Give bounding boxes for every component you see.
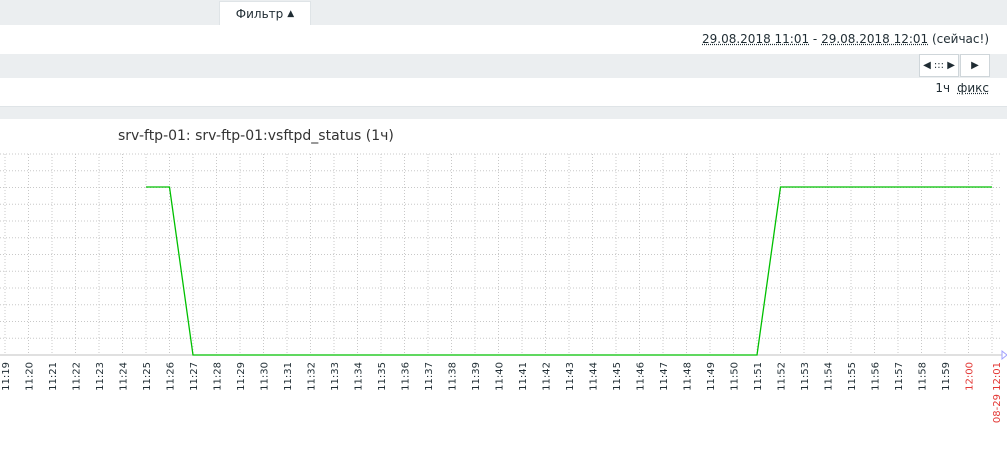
x-tick-label: 11:26 — [166, 362, 177, 391]
graph-grid — [0, 153, 1002, 356]
x-end-label: 08-29 12:01 — [992, 362, 1003, 423]
x-tick-label: 11:40 — [495, 362, 506, 391]
fixed-toggle-link[interactable]: фикс — [957, 81, 989, 95]
x-tick-label: 11:58 — [918, 362, 929, 391]
x-tick-label: 11:36 — [401, 362, 412, 391]
x-tick-label: 11:25 — [142, 362, 153, 391]
x-tick-label: 11:37 — [424, 362, 435, 391]
x-tick-label: 11:49 — [706, 362, 717, 391]
x-tick-label: 11:29 — [236, 362, 247, 391]
x-tick-label: 11:19 — [1, 362, 12, 391]
x-tick-label: 11:33 — [330, 362, 341, 391]
filter-label: Фильтр — [235, 6, 284, 21]
x-tick-label: 11:28 — [213, 362, 224, 391]
scrollbar-button[interactable]: ◀ ::: ▶ — [919, 54, 959, 77]
x-tick-label: 11:42 — [542, 362, 553, 391]
period-controls: 1ч фикс — [935, 81, 989, 95]
graph-title: srv-ftp-01: srv-ftp-01:vsftpd_status (1ч… — [118, 128, 394, 144]
x-tick-label: 12:00 — [965, 362, 976, 391]
filter-tab[interactable]: Фильтр ▲ — [219, 1, 311, 25]
x-tick-label: 11:59 — [941, 362, 952, 391]
x-tick-label: 11:51 — [753, 362, 764, 391]
x-tick-label: 11:27 — [189, 362, 200, 391]
x-axis-labels: 11:19 11:20 11:21 11:22 11:23 11:24 11:25 11:26… — [1, 362, 1003, 423]
period-value: 1ч — [935, 81, 951, 95]
time-to-link[interactable]: 29.08.2018 12:01 — [821, 32, 928, 46]
x-tick-label: 11:22 — [72, 362, 83, 391]
graph-header-band — [0, 107, 1007, 119]
x-tick-label: 11:57 — [894, 362, 905, 391]
x-tick-label: 11:30 — [260, 362, 271, 391]
x-tick-label: 11:46 — [636, 362, 647, 391]
collapse-arrow-icon: ▲ — [287, 8, 295, 19]
time-range-dash: - — [809, 32, 822, 46]
x-tick-label: 11:35 — [377, 362, 388, 391]
x-tick-label: 11:55 — [847, 362, 858, 391]
x-tick-label: 11:39 — [471, 362, 482, 391]
x-tick-label: 11:52 — [777, 362, 788, 391]
time-range: 29.08.2018 11:01 - 29.08.2018 12:01 (сей… — [702, 32, 989, 46]
navigation-buttons: ◀ ::: ▶ ▶ — [919, 54, 990, 78]
x-tick-label: 11:31 — [283, 362, 294, 391]
x-tick-label: 11:34 — [354, 362, 365, 391]
x-tick-label: 11:50 — [730, 362, 741, 391]
x-tick-label: 11:45 — [612, 362, 623, 391]
x-tick-label: 11:24 — [119, 362, 130, 391]
time-now-label: (сейчас!) — [928, 32, 989, 46]
x-tick-label: 11:32 — [307, 362, 318, 391]
x-tick-label: 11:21 — [48, 362, 59, 391]
graph-canvas: 11:19 11:20 11:21 11:22 11:23 11:24 11:25 11:26… — [0, 153, 1007, 423]
x-tick-label: 11:54 — [824, 362, 835, 391]
x-tick-label: 11:43 — [565, 362, 576, 391]
axis-arrow-icon — [1001, 349, 1007, 361]
x-tick-label: 11:53 — [800, 362, 811, 391]
next-period-button[interactable]: ▶ — [960, 54, 990, 77]
x-tick-label: 11:44 — [589, 362, 600, 391]
scroll-band — [0, 54, 1007, 78]
filter-bar — [0, 0, 1007, 25]
x-tick-label: 11:56 — [871, 362, 882, 391]
x-tick-label: 11:23 — [95, 362, 106, 391]
x-tick-label: 11:20 — [25, 362, 36, 391]
x-tick-label: 11:38 — [448, 362, 459, 391]
x-tick-label: 11:41 — [518, 362, 529, 391]
x-tick-label: 11:47 — [659, 362, 670, 391]
time-from-link[interactable]: 29.08.2018 11:01 — [702, 32, 809, 46]
x-tick-label: 11:48 — [683, 362, 694, 391]
